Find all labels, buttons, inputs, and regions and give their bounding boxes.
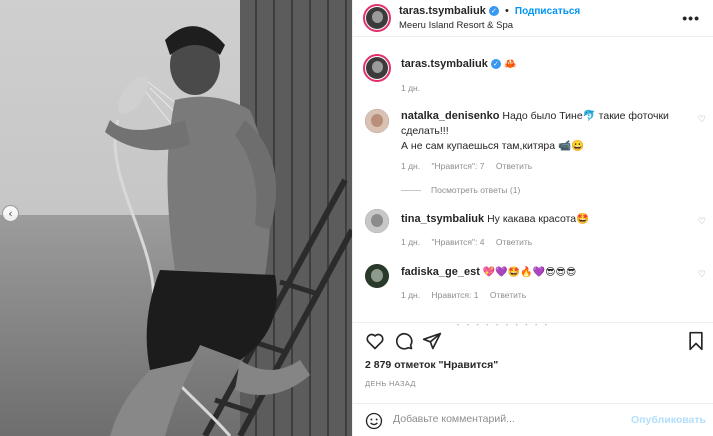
commenter-avatar[interactable] [365, 109, 389, 133]
comment-input[interactable] [393, 413, 623, 425]
comment-like-heart-icon[interactable]: ♡ [698, 115, 706, 125]
comment-meta: 1 дн. "Нравится": 7 Ответить [401, 161, 541, 171]
reply-button[interactable]: Ответить [496, 237, 532, 247]
comment-text-line3: А не сам купаешься там,китяра 📹😀 [401, 140, 585, 152]
comment-meta: 1 дн. "Нравится": 4 Ответить [401, 237, 541, 247]
caption-row: taras.tsymbaliuk ✓ 🦀 1 дн. [353, 50, 713, 100]
comment-body: tina_tsymbaliuk Ну какава красота🤩 [401, 212, 681, 227]
comment-text: Ну какава красота🤩 [487, 213, 590, 225]
comment-time: 1 дн. [401, 237, 421, 247]
caption-username[interactable]: taras.tsymbaliuk [401, 58, 488, 70]
view-replies-button[interactable]: Посмотреть ответы (1) [401, 185, 520, 195]
more-options-icon[interactable]: ••• [682, 10, 700, 26]
comment-like-heart-icon[interactable]: ♡ [698, 217, 706, 227]
comment-time: 1 дн. [401, 161, 421, 171]
post-date: ДЕНЬ НАЗАД [365, 379, 416, 388]
comment-likes-count[interactable]: Нравится: 1 [431, 290, 478, 300]
post-header: taras.tsymbaliuk ✓ • Подписаться Meeru I… [353, 0, 713, 37]
comment-body: natalka_denisenko Надо было Тине🐬 такие … [401, 109, 681, 154]
commenter-username[interactable]: natalka_denisenko [401, 110, 499, 122]
author-avatar[interactable] [363, 4, 391, 32]
author-username[interactable]: taras.tsymbaliuk [399, 5, 486, 17]
reply-button[interactable]: Ответить [496, 161, 532, 171]
emoji-icon[interactable] [365, 412, 383, 430]
commenter-avatar[interactable] [365, 209, 389, 233]
comment-like-heart-icon[interactable]: ♡ [698, 270, 706, 280]
post-photo[interactable]: ‹ [0, 0, 352, 436]
view-replies-label: Посмотреть ответы (1) [431, 185, 521, 195]
comment-likes-count[interactable]: "Нравится": 4 [431, 237, 484, 247]
verified-badge-icon: ✓ [488, 6, 499, 17]
location-link[interactable]: Meeru Island Resort & Spa [399, 20, 513, 31]
comment-meta: 1 дн. Нравится: 1 Ответить [401, 290, 535, 300]
heart-icon[interactable] [365, 331, 385, 351]
comment-text: 💖💜🤩🔥💜😎😎😎 [482, 267, 577, 278]
comment-body: fadiska_ge_est 💖💜🤩🔥💜😎😎😎 [401, 265, 681, 280]
reply-button[interactable]: Ответить [490, 290, 526, 300]
verified-badge-icon: ✓ [490, 59, 501, 70]
commenter-username[interactable]: fadiska_ge_est [401, 266, 480, 278]
post-side-panel: taras.tsymbaliuk ✓ • Подписаться Meeru I… [352, 0, 713, 436]
caption-time: 1 дн. [401, 83, 421, 93]
commenter-username[interactable]: tina_tsymbaliuk [401, 213, 484, 225]
comment-time: 1 дн. [401, 290, 421, 300]
caption-text: 🦀 [503, 59, 517, 70]
replies-divider [401, 190, 421, 192]
comment-text-line1: Надо было Тине🐬 такие фоточки [502, 110, 669, 122]
comment-item: natalka_denisenko Надо было Тине🐬 такие … [353, 105, 713, 195]
separator-dot: • [504, 5, 509, 17]
add-comment-bar: Опубликовать [353, 403, 713, 436]
follow-button[interactable]: Подписаться [515, 6, 580, 17]
publish-button[interactable]: Опубликовать [631, 414, 706, 426]
comment-item: fadiska_ge_est 💖💜🤩🔥💜😎😎😎 ♡ 1 дн. Нравится… [353, 262, 713, 307]
share-icon[interactable] [422, 331, 442, 351]
caption-avatar[interactable] [363, 54, 391, 82]
commenter-avatar[interactable] [365, 264, 389, 288]
comment-likes-count[interactable]: "Нравится": 7 [431, 161, 484, 171]
carousel-indicator-dots: • • • • • • • • • • [457, 323, 551, 329]
comment-icon[interactable] [394, 331, 414, 351]
carousel-prev-button[interactable]: ‹ [2, 205, 19, 222]
likes-count[interactable]: 2 879 отметок "Нравится" [365, 359, 498, 371]
bookmark-icon[interactable] [686, 331, 706, 351]
post-photo-image [0, 0, 352, 436]
comment-text-line2: сделать!!! [401, 125, 449, 137]
comment-item: tina_tsymbaliuk Ну какава красота🤩 ♡ 1 д… [353, 207, 713, 252]
action-bar: • • • • • • • • • • [353, 322, 713, 358]
